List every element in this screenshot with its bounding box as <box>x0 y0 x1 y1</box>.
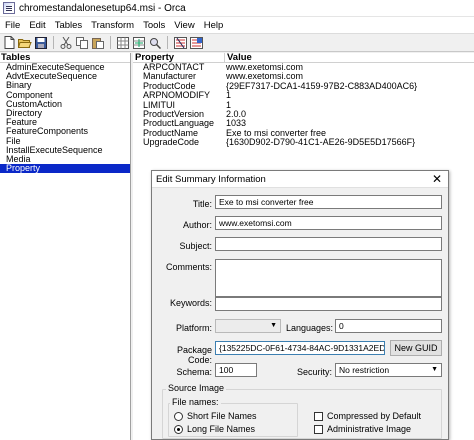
add-row-icon[interactable] <box>132 36 146 50</box>
table-item-property-selected[interactable]: Property <box>0 163 130 174</box>
menu-file[interactable]: File <box>2 20 26 31</box>
property-cell: ProductLanguage <box>143 119 215 129</box>
table-row[interactable]: ProductVersion 2.0.0 <box>133 110 474 119</box>
value-cell: 2.0.0 <box>226 109 247 119</box>
property-cell: ProductName <box>143 128 199 138</box>
value-cell: www.exetomsi.com <box>226 63 304 72</box>
source-image-group-title: Source Image <box>166 383 227 393</box>
open-folder-icon[interactable] <box>18 36 32 50</box>
subject-label: Subject: <box>179 241 212 251</box>
table-icon[interactable] <box>116 36 130 50</box>
value-cell: Exe to msi converter free <box>226 128 327 138</box>
table-row[interactable]: ProductCode {29EF7317-DCA1-4159-97B2-C883… <box>133 82 474 91</box>
cut-icon[interactable] <box>59 36 73 50</box>
toolbar-separator <box>167 36 168 49</box>
menu-transform[interactable]: Transform <box>88 20 140 31</box>
menu-bar: File Edit Tables Transform Tools View He… <box>0 17 474 33</box>
save-icon[interactable] <box>34 36 48 50</box>
property-cell: UpgradeCode <box>143 138 200 148</box>
table-row[interactable]: UpgradeCode {1630D902-D790-41C1-AE26-9D5E… <box>133 138 474 147</box>
long-file-names-label: Long File Names <box>187 424 256 434</box>
toolbar-separator <box>110 36 111 49</box>
property-cell: Manufacturer <box>143 72 197 82</box>
platform-dropdown[interactable]: ▼ <box>215 319 281 333</box>
dialog-titlebar: Edit Summary Information ✕ <box>152 171 448 188</box>
validate-icon[interactable] <box>173 36 187 50</box>
paste-icon[interactable] <box>91 36 105 50</box>
value-cell: {1630D902-D790-41C1-AE26-9D5E5D17566F} <box>226 138 416 148</box>
value-cell: 1 <box>226 100 232 110</box>
property-cell: ARPCONTACT <box>143 63 205 72</box>
long-file-names-radio[interactable] <box>174 425 183 434</box>
platform-label: Platform: <box>175 323 212 333</box>
schema-label: Schema: <box>176 367 212 377</box>
value-cell: 1033 <box>226 119 247 129</box>
table-row[interactable]: ProductLanguage 1033 <box>133 119 474 128</box>
chevron-down-icon: ▼ <box>431 366 438 373</box>
window-titlebar: chromestandalonesetup64.msi - Orca <box>0 0 474 17</box>
value-cell: {29EF7317-DCA1-4159-97B2-C883AD400AC6} <box>226 81 418 91</box>
administrative-image-label: Administrative Image <box>327 424 412 434</box>
table-row[interactable]: ProductName Exe to msi converter free <box>133 129 474 138</box>
value-cell: www.exetomsi.com <box>226 72 304 82</box>
package-code-field[interactable]: {135225DC-0F61-4734-84AC-9D1331A2ED81} <box>215 341 385 355</box>
keywords-field[interactable] <box>215 297 442 311</box>
author-label: Author: <box>182 220 212 230</box>
orca-app-icon <box>3 2 15 14</box>
property-table-header: Property Value <box>133 53 474 63</box>
window-title: chromestandalonesetup64.msi - Orca <box>19 2 186 14</box>
menu-help[interactable]: Help <box>201 20 230 31</box>
compressed-by-default-label: Compressed by Default <box>327 411 422 421</box>
merge-module-icon[interactable] <box>189 36 203 50</box>
property-cell: ProductVersion <box>143 109 205 119</box>
property-cell: ARPNOMODIFY <box>143 91 211 101</box>
table-row[interactable]: Manufacturer www.exetomsi.com <box>133 72 474 81</box>
column-header-value[interactable]: Value <box>225 53 252 63</box>
author-field[interactable]: www.exetomsi.com <box>215 216 442 230</box>
table-row[interactable]: LIMITUI 1 <box>133 101 474 110</box>
property-cell: LIMITUI <box>143 100 176 110</box>
file-names-group-title: File names: <box>170 397 221 407</box>
short-file-names-radio[interactable] <box>174 412 183 421</box>
table-row[interactable]: ARPNOMODIFY 1 <box>133 91 474 100</box>
title-label: Title: <box>192 199 212 209</box>
comments-label: Comments: <box>165 262 212 272</box>
compressed-by-default-checkbox[interactable] <box>314 412 323 421</box>
value-cell: 1 <box>226 91 232 101</box>
menu-edit[interactable]: Edit <box>26 20 51 31</box>
package-code-label: Package Code: <box>176 345 212 365</box>
menu-tables[interactable]: Tables <box>52 20 88 31</box>
column-header-property[interactable]: Property <box>133 53 225 63</box>
menu-view[interactable]: View <box>171 20 200 31</box>
security-value: No restriction <box>339 365 390 375</box>
subject-field[interactable] <box>215 237 442 251</box>
edit-summary-dialog: Edit Summary Information ✕ Title: Exe to… <box>151 170 449 440</box>
administrative-image-checkbox[interactable] <box>314 425 323 434</box>
security-dropdown[interactable]: No restriction ▼ <box>335 363 442 377</box>
dialog-title: Edit Summary Information <box>156 173 266 185</box>
toolbar <box>0 33 474 52</box>
short-file-names-label: Short File Names <box>187 411 257 421</box>
new-file-icon[interactable] <box>2 36 16 50</box>
table-row[interactable]: ARPCONTACT www.exetomsi.com <box>133 63 474 72</box>
close-icon[interactable]: ✕ <box>430 173 444 185</box>
comments-field[interactable] <box>215 259 442 297</box>
chevron-down-icon: ▼ <box>270 322 277 329</box>
new-guid-button[interactable]: New GUID <box>390 340 442 356</box>
security-label: Security: <box>296 367 332 377</box>
title-field[interactable]: Exe to msi converter free <box>215 195 442 209</box>
languages-label: Languages: <box>286 323 334 333</box>
copy-icon[interactable] <box>75 36 89 50</box>
find-icon[interactable] <box>148 36 162 50</box>
schema-field[interactable]: 100 <box>215 363 257 377</box>
keywords-label: Keywords: <box>169 298 212 308</box>
toolbar-separator <box>53 36 54 49</box>
tables-pane: Tables AdminExecuteSequence AdvtExecuteS… <box>0 53 131 440</box>
languages-field[interactable]: 0 <box>335 319 442 333</box>
property-cell: ProductCode <box>143 81 196 91</box>
menu-tools[interactable]: Tools <box>140 20 171 31</box>
